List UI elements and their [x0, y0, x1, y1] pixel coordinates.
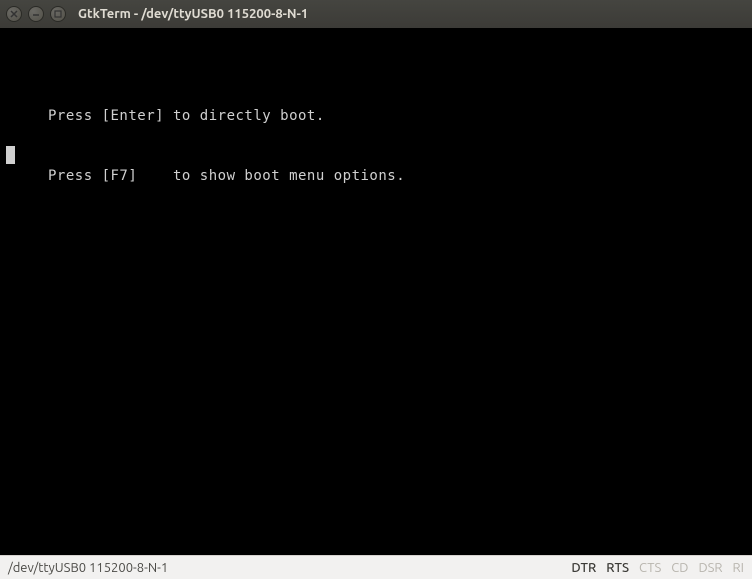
signal-dsr: DSR: [698, 561, 722, 575]
status-signals: DTR RTS CTS CD DSR RI: [571, 561, 744, 575]
maximize-icon: [54, 10, 62, 18]
maximize-button[interactable]: [50, 6, 66, 22]
window-title: GtkTerm - /dev/ttyUSB0 115200-8-N-1: [78, 7, 308, 21]
status-bar: /dev/ttyUSB0 115200-8-N-1 DTR RTS CTS CD…: [0, 555, 752, 579]
signal-cd: CD: [671, 561, 688, 575]
minimize-icon: [32, 10, 40, 18]
signal-dtr[interactable]: DTR: [571, 561, 596, 575]
window-titlebar: GtkTerm - /dev/ttyUSB0 115200-8-N-1: [0, 0, 752, 28]
terminal-output: Press [Enter] to directly boot. Press [F…: [0, 66, 752, 226]
terminal-cursor: [6, 146, 15, 164]
signal-cts: CTS: [639, 561, 661, 575]
signal-ri: RI: [733, 561, 744, 575]
terminal-viewport[interactable]: Press [Enter] to directly boot. Press [F…: [0, 28, 752, 555]
status-port-info: /dev/ttyUSB0 115200-8-N-1: [8, 561, 168, 575]
signal-rts[interactable]: RTS: [606, 561, 629, 575]
terminal-line: Press [F7] to show boot menu options.: [0, 166, 752, 186]
minimize-button[interactable]: [28, 6, 44, 22]
close-button[interactable]: [6, 6, 22, 22]
close-icon: [10, 10, 18, 18]
terminal-line: Press [Enter] to directly boot.: [0, 106, 752, 126]
window-controls: [6, 6, 66, 22]
